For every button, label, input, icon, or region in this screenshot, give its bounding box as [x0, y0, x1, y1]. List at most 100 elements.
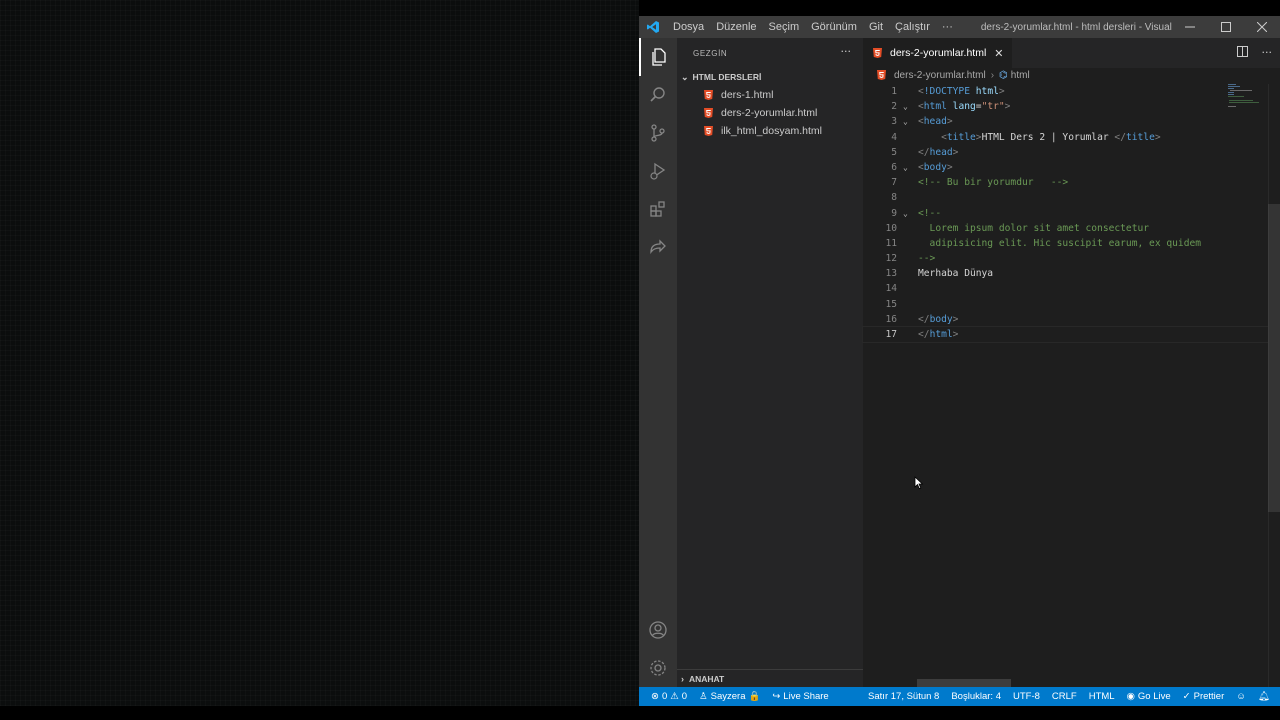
end-of-line[interactable]: CRLF [1046, 691, 1083, 702]
code-token: head [923, 116, 947, 128]
breadcrumb-file[interactable]: ders-2-yorumlar.html [894, 70, 986, 81]
code-line[interactable]: 4 <title>HTML Ders 2 | Yorumlar </title> [863, 130, 1280, 145]
code-line[interactable]: 7 <!-- Bu bir yorumdur --> [863, 175, 1280, 190]
file-item[interactable]: ilk_html_dosyam.html [677, 122, 863, 140]
close-icon[interactable] [1244, 16, 1280, 38]
outline-section[interactable]: › ANAHAT [677, 669, 863, 687]
code-line[interactable]: 8 [863, 190, 1280, 205]
code-token: html [929, 329, 953, 340]
code-line[interactable]: 13 Merhaba Dünya [863, 266, 1280, 281]
problems-indicator[interactable]: ⊗ 0 ⚠ 0 [639, 691, 693, 702]
folder-html-dersleri[interactable]: ⌄ HTML DERSLERİ [677, 68, 863, 86]
code-line[interactable]: 11 adipisicing elit. Hic suscipit earum,… [863, 236, 1280, 251]
indentation[interactable]: Boşluklar: 4 [945, 691, 1007, 702]
code-text: <head> [918, 114, 953, 129]
more-actions-icon[interactable]: ··· [1262, 46, 1273, 60]
live-share-icon[interactable] [639, 228, 677, 266]
code-line[interactable]: 6 ⌄ <body> [863, 160, 1280, 175]
code-line[interactable]: 12 --> [863, 251, 1280, 266]
line-number: 7 [891, 177, 897, 189]
file-item[interactable]: ders-2-yorumlar.html [677, 104, 863, 122]
lock-icon: 🔒 [748, 691, 761, 702]
fold-chevron-icon[interactable]: ⌄ [903, 160, 908, 175]
tab-label: ders-2-yorumlar.html [890, 47, 987, 59]
explorer-more-actions-icon[interactable]: ··· [841, 45, 852, 58]
code-line[interactable]: 16 </body> [863, 312, 1280, 327]
cursor-position[interactable]: Satır 17, Sütun 8 [862, 691, 945, 702]
live-share-status[interactable]: ↪ Live Share [766, 691, 834, 702]
maximize-icon[interactable] [1208, 16, 1244, 38]
close-icon[interactable]: ✕ [994, 47, 1003, 60]
menu-go[interactable]: Git [863, 21, 889, 33]
go-live-label: Go Live [1137, 691, 1171, 702]
code-token: --> [918, 253, 936, 265]
editor-tabs: ders-2-yorumlar.html ✕ ··· [863, 38, 1280, 68]
menu-view[interactable]: Görünüm [805, 21, 863, 33]
code-line[interactable]: 9 ⌄ <!-- [863, 206, 1280, 221]
tab-ders-2-yorumlar[interactable]: ders-2-yorumlar.html ✕ [863, 38, 1012, 68]
line-number: 1 [891, 86, 897, 97]
code-line[interactable]: 10 Lorem ipsum dolor sit amet consectetu… [863, 221, 1280, 236]
extensions-icon[interactable] [639, 190, 677, 228]
code-token: </ [918, 329, 930, 340]
notifications-bell-icon[interactable]: 🔔︎ [1252, 691, 1280, 702]
code-token: </ [918, 146, 930, 158]
code-line[interactable]: 5 </head> [863, 145, 1280, 160]
account-status[interactable]: ♙ Sayzera 🔒 [693, 691, 766, 702]
go-live-button[interactable]: ◉ Go Live [1121, 691, 1177, 702]
line-number: 16 [885, 313, 897, 325]
vertical-scrollbar[interactable] [1268, 84, 1280, 687]
code-token: HTML Ders 2 | Yorumlar [981, 131, 1115, 143]
menu-edit[interactable]: Düzenle [710, 21, 762, 33]
line-number: 13 [885, 268, 897, 280]
run-debug-icon[interactable] [639, 152, 677, 190]
prettier-status[interactable]: ✓ Prettier [1177, 691, 1231, 702]
split-editor-icon[interactable] [1236, 46, 1248, 60]
breadcrumb-symbol[interactable]: html [1011, 70, 1030, 81]
file-label: ilk_html_dosyam.html [721, 125, 822, 137]
source-control-icon[interactable] [639, 114, 677, 152]
fold-chevron-icon[interactable]: ⌄ [903, 206, 908, 221]
code-line[interactable]: 15 [863, 297, 1280, 312]
feedback-icon[interactable]: ☺ [1230, 691, 1252, 702]
explorer-icon[interactable] [639, 38, 677, 76]
fold-chevron-icon[interactable]: ⌄ [903, 99, 908, 114]
editor-actions: ··· [1236, 46, 1273, 60]
minimize-icon[interactable] [1172, 16, 1208, 38]
html-file-icon [704, 126, 713, 136]
code-line[interactable]: 3 ⌄ <head> [863, 114, 1280, 129]
language-mode[interactable]: HTML [1083, 691, 1121, 702]
code-text: --> [918, 251, 935, 266]
code-text: </body> [918, 312, 958, 327]
html-file-icon [704, 108, 713, 118]
menu-run[interactable]: Çalıştır [889, 21, 936, 33]
vertical-scrollbar-thumb[interactable] [1268, 204, 1280, 512]
search-icon[interactable] [639, 76, 677, 114]
file-item[interactable]: ders-1.html [677, 86, 863, 104]
code-token: > [946, 116, 953, 128]
live-share-label: Live Share [783, 691, 829, 702]
code-token: > [998, 86, 1005, 97]
editor-area: ders-2-yorumlar.html ✕ ··· ders-2-yoruml… [862, 38, 1280, 687]
code-token: <!-- Bu bir yorumdur --> [918, 177, 1069, 189]
code-text: </head> [918, 145, 958, 160]
code-text: <!-- [918, 206, 941, 221]
code-line[interactable]: 17 </html> [862, 325, 1280, 344]
html-file-icon [873, 48, 882, 58]
encoding[interactable]: UTF-8 [1007, 691, 1046, 702]
menu-more[interactable]: ··· [936, 21, 959, 33]
breadcrumb: ders-2-yorumlar.html › ⌬ html [863, 68, 1280, 82]
minimap[interactable] [1226, 84, 1266, 124]
line-number: 11 [885, 237, 897, 249]
code-line[interactable]: 2 ⌄ <html lang="tr"> [863, 99, 1280, 114]
account-icon[interactable] [639, 611, 677, 649]
code-line[interactable]: 14 [863, 281, 1280, 296]
menu-selection[interactable]: Seçim [763, 21, 806, 33]
menu-file[interactable]: Dosya [667, 21, 710, 33]
fold-chevron-icon[interactable]: ⌄ [903, 114, 908, 129]
settings-gear-icon[interactable] [639, 649, 677, 687]
code-text: <!-- Bu bir yorumdur --> [918, 175, 1068, 190]
code-editor[interactable]: 1 <!DOCTYPE html> 2 ⌄ <html lang="tr"> 3 ⌄ <hea… [862, 84, 1280, 344]
horizontal-scrollbar-thumb[interactable] [917, 679, 1011, 687]
code-line[interactable]: 1 <!DOCTYPE html> [863, 84, 1280, 99]
